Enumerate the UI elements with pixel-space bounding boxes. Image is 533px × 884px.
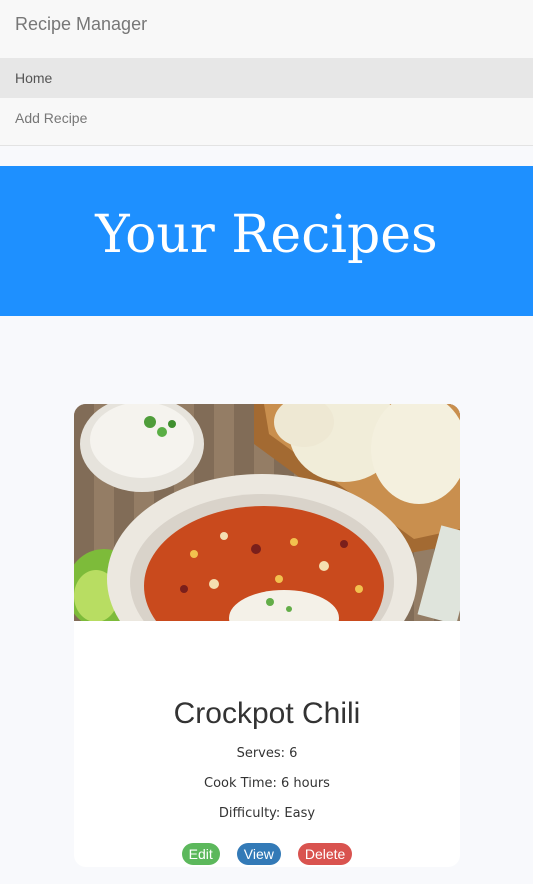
recipe-card-body: Crockpot Chili Serves: 6 Cook Time: 6 ho… xyxy=(74,621,460,867)
recipe-title: Crockpot Chili xyxy=(173,697,361,730)
recipe-image xyxy=(74,404,460,621)
nav-item-add-recipe[interactable]: Add Recipe xyxy=(0,98,533,138)
hero-banner: Your Recipes xyxy=(0,166,533,316)
chili-bowl-photo xyxy=(74,404,460,621)
brand-title[interactable]: Recipe Manager xyxy=(15,14,147,35)
recipe-serves: Serves: 6 xyxy=(236,746,298,761)
recipe-difficulty: Difficulty: Easy xyxy=(218,806,316,821)
view-button[interactable]: View xyxy=(236,843,281,865)
edit-button[interactable]: Edit xyxy=(181,843,220,865)
nav-item-home[interactable]: Home xyxy=(0,58,533,98)
delete-button[interactable]: Delete xyxy=(297,843,353,865)
recipe-actions: Edit View Delete xyxy=(74,843,460,865)
recipe-card: Crockpot Chili Serves: 6 Cook Time: 6 ho… xyxy=(74,404,460,867)
recipe-cook-time: Cook Time: 6 hours xyxy=(204,776,330,791)
page-title: Your Recipes xyxy=(95,205,438,265)
navbar: Recipe Manager Home Add Recipe xyxy=(0,0,533,146)
